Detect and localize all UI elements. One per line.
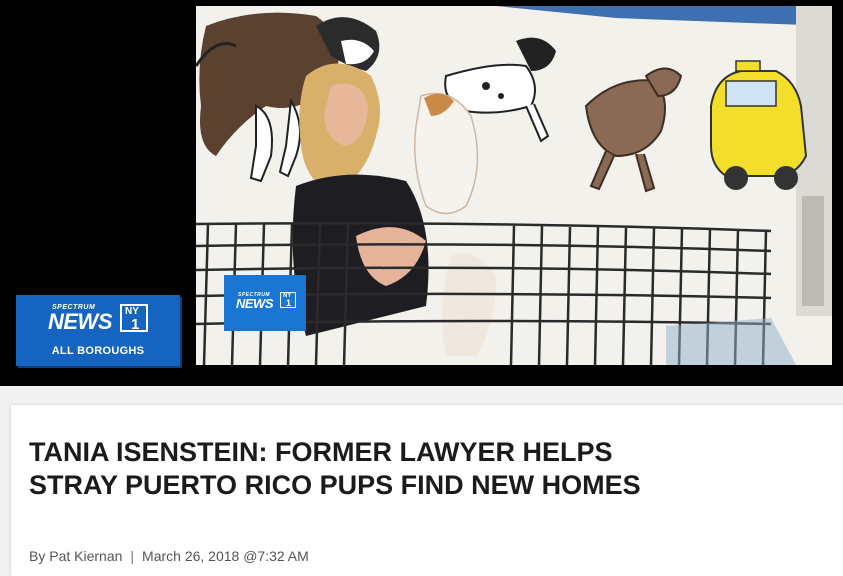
ny1-logo-icon: NY 1 — [120, 304, 148, 333]
logo-news-text: NEWS — [236, 296, 274, 311]
region-label: ALL BOROUGHS — [51, 345, 145, 357]
byline-author[interactable]: By Pat Kiernan — [29, 548, 122, 564]
article-header-card: TANIA ISENSTEIN: FORMER LAWYER HELPS STR… — [11, 405, 843, 576]
article-headline: TANIA ISENSTEIN: FORMER LAWYER HELPS STR… — [29, 437, 641, 500]
video-player[interactable]: SPECTRUM NEWS NY 1 ALL BOROUGHS SPECTRUM… — [0, 0, 843, 386]
article-byline: By Pat Kiernan | March 26, 2018 @7:32 AM — [29, 548, 309, 564]
logo-number-text: 1 — [131, 316, 140, 333]
channel-card: SPECTRUM NEWS NY 1 ALL BOROUGHS — [16, 295, 180, 366]
video-watermark-logo: SPECTRUM NEWS NY 1 — [224, 275, 306, 331]
logo-news-text: NEWS — [48, 309, 113, 334]
byline-date: March 26, 2018 @7:32 AM — [142, 548, 309, 564]
logo-number-text: 1 — [286, 298, 292, 308]
byline-separator: | — [130, 548, 135, 564]
ny1-logo-icon: NY 1 — [280, 292, 296, 308]
